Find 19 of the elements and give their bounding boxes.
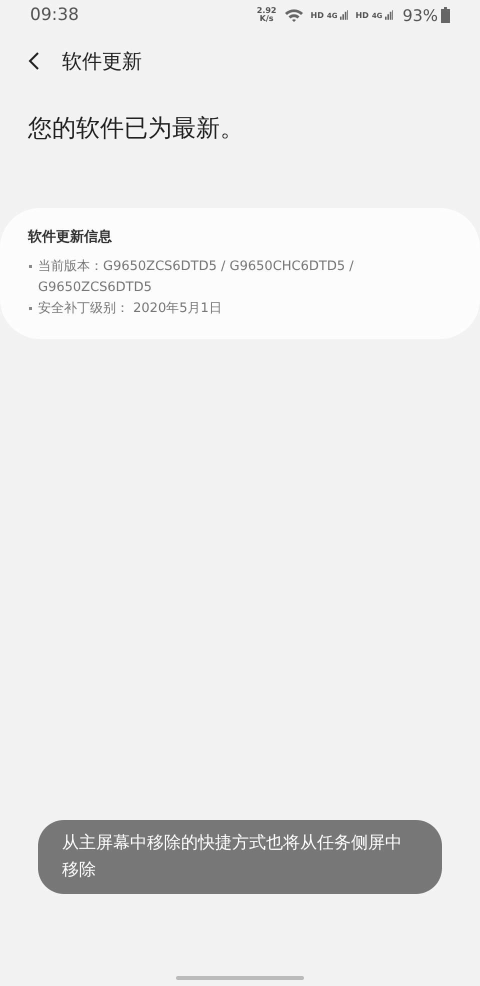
net-speed: K/s (260, 15, 274, 23)
battery-percent: 93% (402, 6, 438, 24)
signal-icon (385, 9, 394, 21)
back-icon (28, 51, 40, 71)
net-speed: 2.92 (256, 7, 276, 15)
wifi-icon (284, 7, 304, 23)
hd-label: HD (310, 10, 324, 20)
info-text: 安全补丁级别： 2020年5月1日 (38, 300, 223, 318)
hd-label: HD (355, 10, 369, 20)
status-time: 09:38 (30, 5, 79, 25)
card-title: 软件更新信息 (28, 228, 113, 246)
toast-message: 从主屏幕中移除的快捷方式也将从任务侧屏中移除 (38, 820, 442, 894)
bullet-icon (29, 265, 32, 268)
battery-icon (441, 7, 450, 23)
status-message: 您的软件已为最新。 (27, 113, 245, 144)
bullet-icon (29, 307, 32, 310)
signal-icon (340, 9, 348, 21)
page-title: 软件更新 (62, 48, 142, 74)
info-text: 当前版本：G9650ZCS6DTD5 / G9650CHC6DTD5 / G9650ZCS6DTD5 (38, 258, 355, 297)
